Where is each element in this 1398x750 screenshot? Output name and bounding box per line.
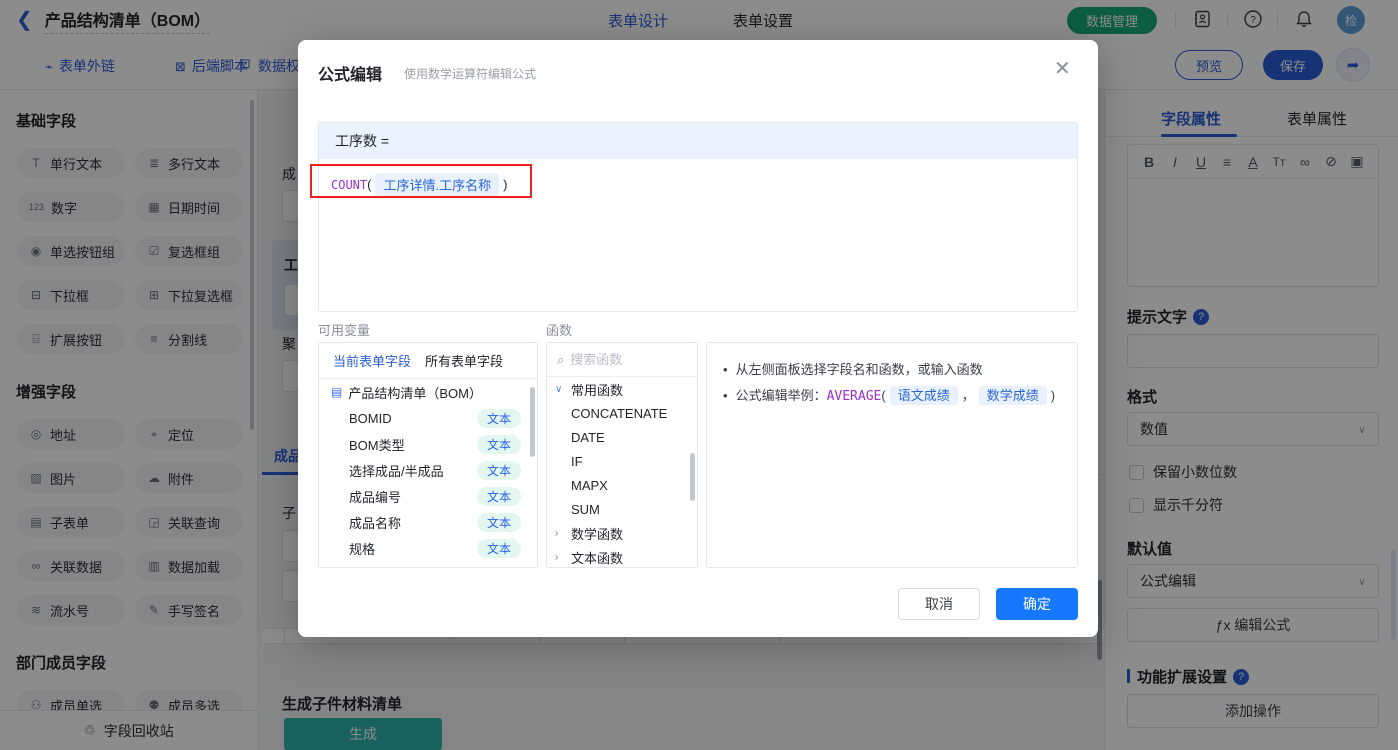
screen: ❮ 产品结构清单（BOM） 表单设计 表单设置 数据管理 ? 检 ⌁表单外链 ⊠… [0,0,1398,750]
search-icon: ⌕ [557,352,564,368]
variables-scrollbar[interactable] [530,387,535,457]
variable-row[interactable]: 选择成品/半成品文本 [319,457,537,483]
chevron-expanded-icon: ∨ [555,384,565,395]
chevron-collapsed-icon: › [555,528,565,539]
variable-row[interactable]: BOM类型文本 [319,431,537,457]
hint-line-2: •公式编辑举例：AVERAGE(语文成绩，数学成绩) [723,383,1061,410]
modal-subtitle: 使用数学运算符编辑公式 [404,65,536,82]
close-icon[interactable]: ✕ [1054,56,1071,81]
type-badge: 文本 [477,435,521,454]
variable-row[interactable]: BOMID文本 [319,405,537,431]
function-search-input[interactable] [570,352,670,367]
type-badge: 文本 [477,409,521,428]
chevron-collapsed-icon: › [555,552,565,563]
tab-all-form-fields[interactable]: 所有表单字段 [425,351,503,370]
bullet-icon: • [723,388,728,403]
tab-current-form-fields[interactable]: 当前表单字段 [333,351,411,370]
document-icon: ▤ [331,385,342,399]
function-item[interactable]: CONCATENATE [547,401,697,425]
function-group-common[interactable]: ∨常用函数 [547,377,697,401]
function-item[interactable]: SUM [547,497,697,521]
modal-title: 公式编辑 [318,61,382,85]
example-field-token: 数学成绩 [979,386,1047,405]
function-group-math[interactable]: ›数学函数 [547,521,697,545]
confirm-button[interactable]: 确定 [996,588,1078,620]
variable-row[interactable]: 规格文本 [319,535,537,561]
cancel-button[interactable]: 取消 [898,588,980,620]
formula-editor-modal: 公式编辑 使用数学运算符编辑公式 ✕ 工序数 = COUNT(工序详情.工序名称… [298,40,1098,637]
formula-target-bar: 工序数 = [319,123,1077,159]
example-function-keyword: AVERAGE [827,389,882,404]
window-scrollbar[interactable] [1391,550,1396,640]
functions-scrollbar[interactable] [690,453,695,501]
hint-line-1: •从左侧面板选择字段名和函数，或输入函数 [723,357,1061,383]
bullet-icon: • [723,362,728,377]
type-badge: 文本 [477,513,521,532]
function-search[interactable]: ⌕ [547,343,697,377]
function-item[interactable]: IF [547,449,697,473]
variables-tabs: 当前表单字段 所有表单字段 [319,343,537,379]
variable-row[interactable]: 成品编号文本 [319,483,537,509]
variables-panel: 当前表单字段 所有表单字段 ▤产品结构清单（BOM） BOMID文本 BOM类型… [318,342,538,568]
variables-root[interactable]: ▤产品结构清单（BOM） [319,379,537,405]
function-group-text[interactable]: ›文本函数 [547,545,697,568]
hints-panel: •从左侧面板选择字段名和函数，或输入函数 •公式编辑举例：AVERAGE(语文成… [706,342,1078,568]
variable-row[interactable]: 成品名称文本 [319,509,537,535]
function-item[interactable]: MAPX [547,473,697,497]
type-badge: 文本 [477,487,521,506]
functions-label: 函数 [546,320,572,339]
type-badge: 文本 [477,539,521,558]
formula-editor-box[interactable]: 工序数 = COUNT(工序详情.工序名称) [318,122,1078,312]
functions-panel: ⌕ ∨常用函数 CONCATENATE DATE IF MAPX SUM ›数学… [546,342,698,568]
function-item[interactable]: DATE [547,425,697,449]
annotation-red-box [310,164,532,198]
example-field-token: 语文成绩 [890,386,958,405]
variables-label: 可用变量 [318,320,370,339]
type-badge: 文本 [477,461,521,480]
